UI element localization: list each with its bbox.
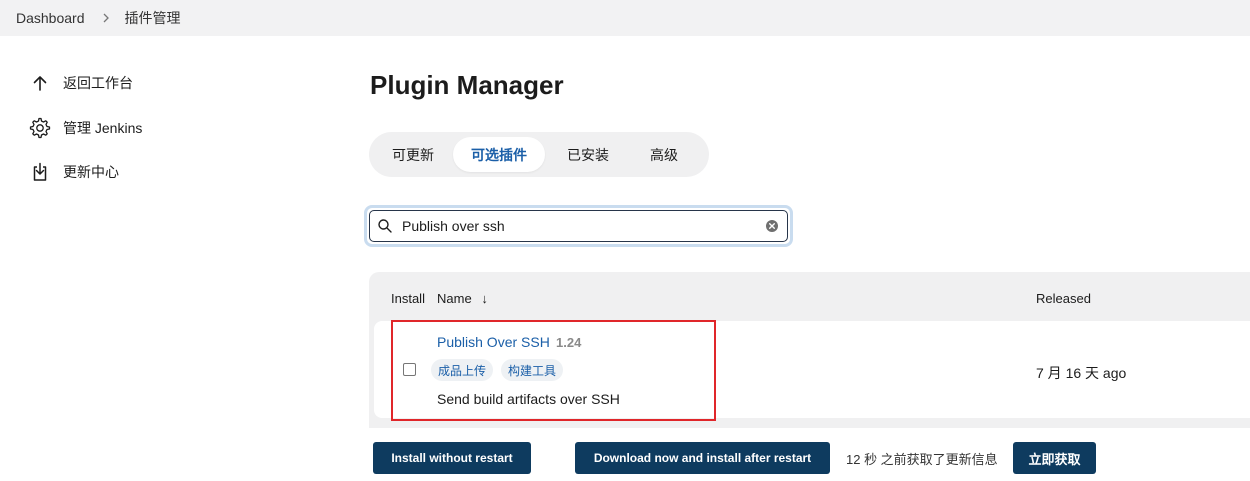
column-header-released: Released bbox=[1036, 291, 1091, 306]
breadcrumb-dashboard[interactable]: Dashboard bbox=[16, 10, 85, 26]
sidebar-item-manage-jenkins[interactable]: 管理 Jenkins bbox=[28, 114, 142, 142]
sidebar-item-label: 更新中心 bbox=[63, 164, 119, 180]
table-row: Publish Over SSH 1.24 成品上传 构建工具 Send bui… bbox=[374, 321, 1250, 418]
tab-available[interactable]: 可选插件 bbox=[453, 137, 545, 172]
sidebar-item-back-to-dashboard[interactable]: 返回工作台 bbox=[28, 69, 133, 97]
fetch-now-button[interactable]: 立即获取 bbox=[1013, 442, 1096, 474]
install-checkbox[interactable] bbox=[403, 363, 416, 376]
plugin-released: 7 月 16 天 ago bbox=[1036, 365, 1127, 381]
plugin-tag[interactable]: 成品上传 bbox=[431, 359, 494, 381]
sort-arrow-icon: ↓ bbox=[481, 291, 488, 306]
arrow-up-icon bbox=[28, 71, 52, 95]
plugin-description: Send build artifacts over SSH bbox=[437, 391, 620, 407]
column-header-name[interactable]: Name ↓ bbox=[437, 291, 488, 306]
tab-installed[interactable]: 已安装 bbox=[545, 137, 631, 172]
tab-advanced[interactable]: 高级 bbox=[631, 137, 697, 172]
breadcrumb: Dashboard 插件管理 bbox=[0, 0, 1250, 36]
update-status-text: 12 秒 之前获取了更新信息 bbox=[846, 452, 998, 467]
page-title: Plugin Manager bbox=[370, 70, 564, 100]
column-header-name-label: Name bbox=[437, 291, 472, 306]
plugin-table: Install Name ↓ Released Publish Over SSH… bbox=[369, 272, 1250, 432]
search-input[interactable] bbox=[400, 217, 760, 235]
tab-updates[interactable]: 可更新 bbox=[375, 137, 451, 172]
plugin-version: 1.24 bbox=[556, 335, 582, 350]
download-icon bbox=[28, 160, 52, 184]
clear-icon[interactable] bbox=[765, 219, 779, 233]
chevron-right-icon bbox=[99, 11, 113, 25]
search-focus-ring bbox=[364, 205, 793, 247]
search-box bbox=[369, 210, 788, 242]
install-without-restart-button[interactable]: Install without restart bbox=[373, 442, 531, 474]
download-install-after-restart-button[interactable]: Download now and install after restart bbox=[575, 442, 830, 474]
search-icon bbox=[377, 218, 393, 234]
sidebar-item-update-center[interactable]: 更新中心 bbox=[28, 158, 119, 186]
column-header-install: Install bbox=[391, 291, 425, 306]
sidebar-item-label: 管理 Jenkins bbox=[63, 120, 143, 136]
sidebar-item-label: 返回工作台 bbox=[63, 75, 133, 91]
gear-icon bbox=[28, 116, 52, 140]
plugin-tag[interactable]: 构建工具 bbox=[501, 359, 564, 381]
tab-bar: 可更新 可选插件 已安装 高级 bbox=[369, 132, 709, 177]
breadcrumb-plugin-manager[interactable]: 插件管理 bbox=[125, 8, 181, 28]
plugin-name-link[interactable]: Publish Over SSH bbox=[437, 334, 550, 350]
